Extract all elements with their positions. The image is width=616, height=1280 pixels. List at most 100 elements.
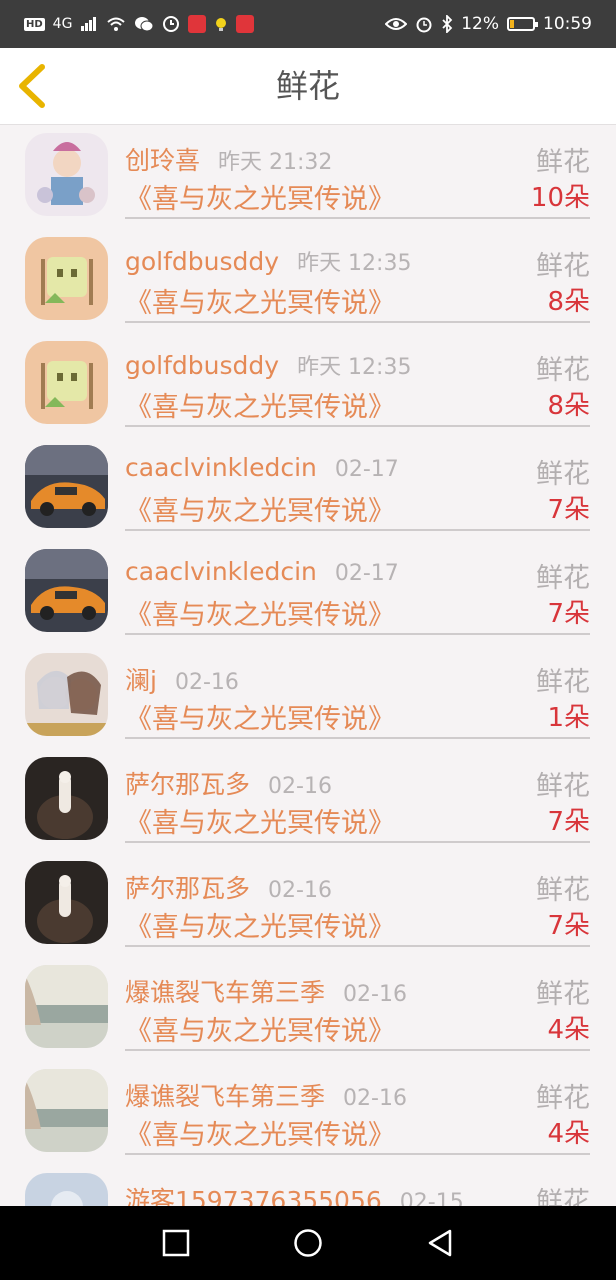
avatar[interactable] [25,133,108,216]
list-item-content: 爆谯裂飞车第三季 02-16 《喜与灰之光冥传说》 鲜花 4朵 [125,957,590,1051]
gift-count: 7朵 [547,911,590,941]
avatar[interactable] [25,549,108,632]
book-title[interactable]: 《喜与灰之光冥传说》 [125,905,395,944]
book-title[interactable]: 《喜与灰之光冥传说》 [125,1113,395,1152]
timestamp: 昨天 12:35 [297,251,412,276]
clock-time: 10:59 [543,14,592,34]
gift-type: 鲜花 [536,147,590,178]
list-item[interactable]: 澜j 02-16 《喜与灰之光冥传说》 鲜花 1朵 [0,645,616,749]
gift-type: 鲜花 [536,355,590,386]
user-name-text: caaclvinkledcin [125,453,317,482]
list-item-content: 澜j 02-16 《喜与灰之光冥传说》 鲜花 1朵 [125,645,590,739]
avatar[interactable] [25,341,108,424]
user-name[interactable]: caaclvinkledcin 02-17 [125,453,399,482]
list-item-content: golfdbusddy 昨天 12:35 《喜与灰之光冥传说》 鲜花 8朵 [125,333,590,427]
book-title[interactable]: 《喜与灰之光冥传说》 [125,489,395,528]
square-icon [162,1229,190,1257]
list-item-content: 萨尔那瓦多 02-16 《喜与灰之光冥传说》 鲜花 7朵 [125,853,590,947]
book-title[interactable]: 《喜与灰之光冥传说》 [125,177,395,216]
system-nav-bar [0,1206,616,1280]
book-title[interactable]: 《喜与灰之光冥传说》 [125,281,395,320]
timestamp: 02-16 [343,1086,407,1111]
game-app-icon [236,15,255,33]
circle-icon [294,1229,322,1257]
list-item[interactable]: caaclvinkledcin 02-17 《喜与灰之光冥传说》 鲜花 7朵 [0,541,616,645]
avatar[interactable] [25,1173,108,1206]
book-title[interactable]: 《喜与灰之光冥传说》 [125,801,395,840]
status-bar: HD 4G 12% 10:59 [0,0,616,48]
timestamp: 昨天 12:35 [297,355,412,380]
network-type: 4G [52,16,73,32]
alarm-icon [415,15,433,33]
bulb-icon [214,16,228,32]
user-name-text: golfdbusddy [125,247,280,276]
user-name[interactable]: 澜j 02-16 [125,661,239,697]
signal-icon [80,16,98,32]
timestamp: 02-17 [334,457,399,482]
gift-count: 7朵 [547,807,590,837]
list-item[interactable]: golfdbusddy 昨天 12:35 《喜与灰之光冥传说》 鲜花 8朵 [0,229,616,333]
user-name-text: golfdbusddy [125,351,280,380]
book-title[interactable]: 《喜与灰之光冥传说》 [125,1009,395,1048]
list-item[interactable]: 创玲喜 昨天 21:32 《喜与灰之光冥传说》 鲜花 10朵 [0,125,616,229]
battery-percent: 12% [461,14,499,34]
list-item[interactable]: 游客1597376355056 02-15 鲜花 [0,1165,616,1206]
timestamp: 02-16 [343,982,407,1007]
list-item[interactable]: caaclvinkledcin 02-17 《喜与灰之光冥传说》 鲜花 7朵 [0,437,616,541]
gift-record-list[interactable]: 创玲喜 昨天 21:32 《喜与灰之光冥传说》 鲜花 10朵 golfdbusddy 昨天 … [0,125,616,1206]
battery-icon [507,17,538,31]
user-name[interactable]: 游客1597376355056 02-15 [125,1181,464,1206]
avatar[interactable] [25,1069,108,1152]
list-item-content: caaclvinkledcin 02-17 《喜与灰之光冥传说》 鲜花 7朵 [125,541,590,635]
user-name-text: 萨尔那瓦多 [125,874,251,903]
avatar[interactable] [25,757,108,840]
user-name-text: 创玲喜 [125,146,201,175]
book-title[interactable]: 《喜与灰之光冥传说》 [125,385,395,424]
avatar[interactable] [25,445,108,528]
user-name[interactable]: golfdbusddy 昨天 12:35 [125,349,411,381]
user-name-text: 萨尔那瓦多 [125,770,251,799]
user-name[interactable]: 爆谯裂飞车第三季 02-16 [125,1077,407,1113]
user-name[interactable]: 创玲喜 昨天 21:32 [125,141,332,177]
user-name[interactable]: golfdbusddy 昨天 12:35 [125,245,411,277]
system-back-button[interactable] [400,1206,480,1280]
user-name-text: caaclvinkledcin [125,557,317,586]
gift-count: 8朵 [547,391,590,421]
list-item[interactable]: 爆谯裂飞车第三季 02-16 《喜与灰之光冥传说》 鲜花 4朵 [0,1061,616,1165]
list-item[interactable]: 萨尔那瓦多 02-16 《喜与灰之光冥传说》 鲜花 7朵 [0,749,616,853]
user-name[interactable]: 萨尔那瓦多 02-16 [125,765,332,801]
gift-type: 鲜花 [536,1187,590,1206]
avatar[interactable] [25,653,108,736]
avatar[interactable] [25,237,108,320]
timestamp: 02-16 [268,878,332,903]
timestamp: 02-15 [399,1190,464,1206]
gift-count: 7朵 [547,599,590,629]
user-name[interactable]: 爆谯裂飞车第三季 02-16 [125,973,407,1009]
eye-icon [385,17,408,31]
book-title[interactable]: 《喜与灰之光冥传说》 [125,593,395,632]
gift-count: 10朵 [530,183,590,213]
home-button[interactable] [268,1206,348,1280]
recent-apps-button[interactable] [136,1206,216,1280]
gift-count: 8朵 [547,287,590,317]
gift-count: 4朵 [547,1015,590,1045]
book-title[interactable]: 《喜与灰之光冥传说》 [125,697,395,736]
header: 鲜花 [0,48,616,125]
app-notification-icon [162,15,180,33]
list-item[interactable]: golfdbusddy 昨天 12:35 《喜与灰之光冥传说》 鲜花 8朵 [0,333,616,437]
book-app-icon [188,15,207,33]
gift-type: 鲜花 [536,979,590,1010]
timestamp: 昨天 21:32 [218,150,333,175]
list-item-content: 游客1597376355056 02-15 鲜花 [125,1165,590,1206]
user-name[interactable]: 萨尔那瓦多 02-16 [125,869,332,905]
list-item[interactable]: 爆谯裂飞车第三季 02-16 《喜与灰之光冥传说》 鲜花 4朵 [0,957,616,1061]
avatar[interactable] [25,861,108,944]
gift-type: 鲜花 [536,667,590,698]
gift-type: 鲜花 [536,875,590,906]
user-name[interactable]: caaclvinkledcin 02-17 [125,557,399,586]
list-item[interactable]: 萨尔那瓦多 02-16 《喜与灰之光冥传说》 鲜花 7朵 [0,853,616,957]
page-title: 鲜花 [275,67,340,105]
status-right: 12% 10:59 [385,14,592,34]
avatar[interactable] [25,965,108,1048]
wifi-icon [106,16,126,32]
